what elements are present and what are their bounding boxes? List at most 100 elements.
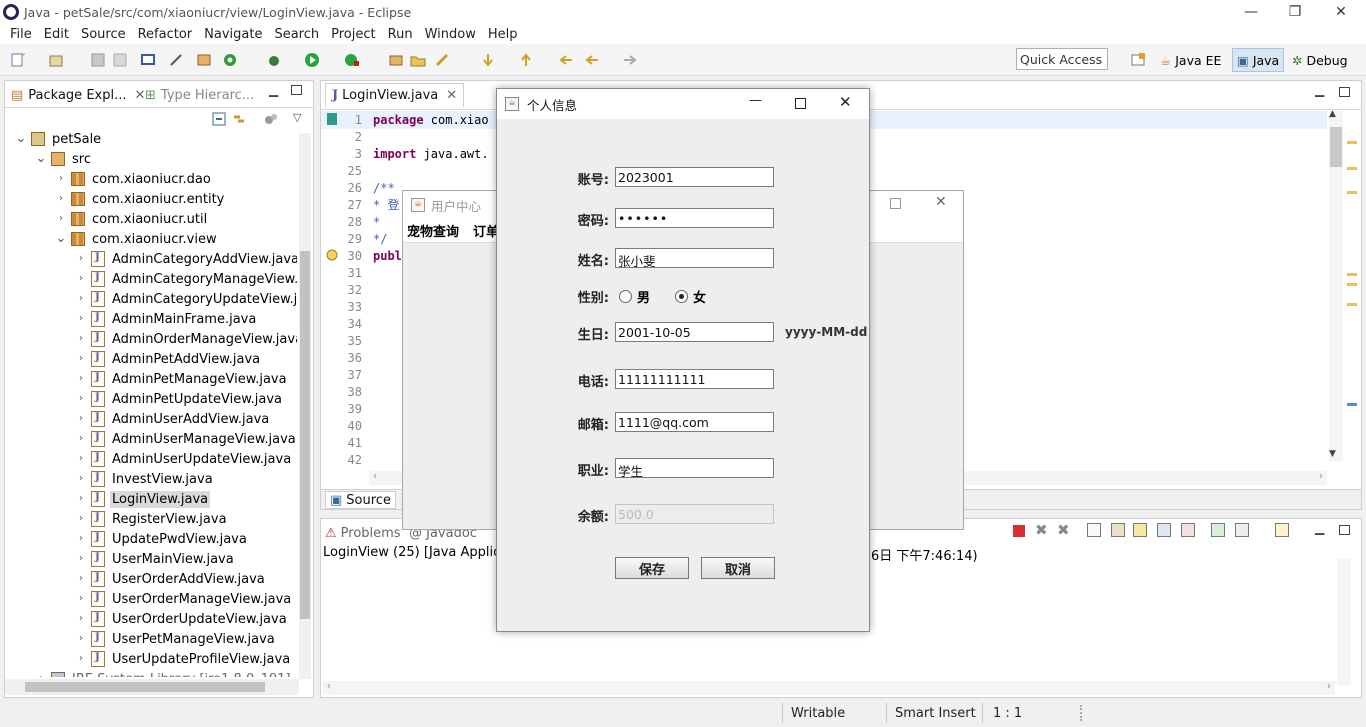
cancel-button[interactable]: 取消 xyxy=(701,557,775,579)
code-line[interactable]: 26 /** xyxy=(322,179,395,196)
tree-item-java-file[interactable]: › UserMainView.java xyxy=(75,549,236,569)
code-line[interactable]: 33 xyxy=(322,298,373,315)
menu-pet-query[interactable]: 宠物查询 xyxy=(407,221,459,240)
chevron-right-icon[interactable]: › xyxy=(75,533,87,545)
code-line[interactable]: 37 xyxy=(322,366,373,383)
save-icon[interactable] xyxy=(90,52,106,68)
close-button[interactable]: ✕ xyxy=(935,194,947,210)
menu-navigate[interactable]: Navigate xyxy=(202,27,264,42)
restore-button[interactable]: ❐ xyxy=(1272,0,1318,24)
chevron-right-icon[interactable]: › xyxy=(35,673,47,677)
close-tab-icon[interactable]: ✕ xyxy=(134,88,145,103)
tab-source[interactable]: ▣ Source xyxy=(325,491,396,509)
previous-annotation-icon[interactable] xyxy=(518,52,534,68)
chevron-right-icon[interactable]: › xyxy=(75,413,87,425)
code-line[interactable]: 28 * xyxy=(322,213,381,230)
close-button[interactable]: ✕ xyxy=(839,93,852,111)
code-line[interactable]: 30 publ xyxy=(322,247,402,264)
save-all-icon[interactable] xyxy=(112,52,128,68)
chevron-right-icon[interactable]: › xyxy=(75,633,87,645)
chevron-right-icon[interactable]: › xyxy=(75,453,87,465)
tree-item-java-file[interactable]: › UserOrderAddView.java xyxy=(75,569,267,589)
chevron-right-icon[interactable]: › xyxy=(75,253,87,265)
open-type-icon[interactable] xyxy=(388,52,404,68)
code-line[interactable]: 32 xyxy=(322,281,373,298)
forward-icon[interactable] xyxy=(622,52,638,68)
remove-all-launches-icon[interactable]: ✖ xyxy=(1057,521,1070,539)
code-line[interactable]: 31 xyxy=(322,264,373,281)
tree-item-java-file[interactable]: › AdminUserAddView.java xyxy=(75,409,271,429)
tree-item-java-file[interactable]: › LoginView.java xyxy=(75,489,211,509)
menu-file[interactable]: File xyxy=(8,27,34,42)
chevron-right-icon[interactable]: › xyxy=(75,333,87,345)
tree-item-folder[interactable]: ⌄ src xyxy=(35,149,93,169)
next-annotation-icon[interactable] xyxy=(480,52,496,68)
open-folder-icon[interactable] xyxy=(410,52,426,68)
minimize-console-button[interactable]: ▁ xyxy=(1315,521,1324,535)
chevron-right-icon[interactable]: › xyxy=(75,373,87,385)
tab-type-hierarchy[interactable]: ⊞ Type Hierarc... xyxy=(145,85,254,105)
code-line[interactable]: 40 xyxy=(322,417,373,434)
tree-item-java-file[interactable]: › AdminPetManageView.java xyxy=(75,369,289,389)
chevron-right-icon[interactable]: › xyxy=(75,573,87,585)
debug-icon[interactable] xyxy=(266,52,282,68)
last-edit-icon[interactable] xyxy=(558,52,574,68)
tree-horizontal-scrollbar[interactable] xyxy=(5,679,299,695)
skip-breakpoints-icon[interactable] xyxy=(168,52,184,68)
menu-help[interactable]: Help xyxy=(486,27,520,42)
chevron-right-icon[interactable]: › xyxy=(75,513,87,525)
maximize-editor-button[interactable] xyxy=(1339,87,1350,97)
code-line[interactable]: 34 xyxy=(322,315,373,332)
gender-female-radio[interactable]: 女 xyxy=(675,287,706,306)
tree-item-package[interactable]: › com.xiaoniucr.util xyxy=(55,209,209,229)
tree-item-java-file[interactable]: › RegisterView.java xyxy=(75,509,229,529)
console-horizontal-scrollbar[interactable]: ‹ › xyxy=(323,681,1335,695)
back-icon[interactable] xyxy=(584,52,600,68)
display-console-icon[interactable] xyxy=(1235,523,1249,537)
minimize-editor-button[interactable]: ▁ xyxy=(1315,83,1324,97)
tree-item-lib[interactable]: › JRE System Library [jre1.8.0_191] xyxy=(35,669,293,677)
code-line[interactable]: 1 package com.xiao xyxy=(322,111,489,128)
code-line[interactable]: 29 */ xyxy=(322,230,388,247)
code-line[interactable]: 36 xyxy=(322,349,373,366)
show-stdout-icon[interactable] xyxy=(1157,523,1171,537)
chevron-down-icon[interactable]: ⌄ xyxy=(55,232,67,245)
tree-item-java-file[interactable]: › UserPetManageView.java xyxy=(75,629,277,649)
pin-console-icon[interactable] xyxy=(1211,523,1225,537)
close-tab-icon[interactable]: ✕ xyxy=(446,88,457,103)
code-line[interactable]: 42 xyxy=(322,451,373,468)
tree-item-java-file[interactable]: › InvestView.java xyxy=(75,469,215,489)
chevron-down-icon[interactable]: ⌄ xyxy=(15,132,27,145)
save-button[interactable]: 保存 xyxy=(615,557,689,579)
link-with-editor-icon[interactable] xyxy=(231,111,247,127)
perspective-java[interactable]: ▣ Java xyxy=(1232,48,1285,72)
email-field[interactable]: 1111@qq.com xyxy=(615,412,774,432)
phone-field[interactable]: 11111111111 xyxy=(615,369,774,389)
tree-item-java-file[interactable]: › AdminUserManageView.java xyxy=(75,429,297,449)
console-vertical-scrollbar[interactable] xyxy=(1337,559,1351,685)
quick-access-input[interactable]: Quick Access xyxy=(1016,48,1108,70)
minimize-view-button[interactable]: ▁ xyxy=(269,83,278,97)
maximize-console-button[interactable] xyxy=(1339,525,1350,535)
menu-window[interactable]: Window xyxy=(423,27,478,42)
menu-project[interactable]: Project xyxy=(329,27,377,42)
chevron-right-icon[interactable]: › xyxy=(75,293,87,305)
refresh-icon[interactable] xyxy=(222,52,238,68)
tab-login-view[interactable]: J LoginView.java ✕ xyxy=(325,83,465,107)
chevron-right-icon[interactable]: › xyxy=(75,393,87,405)
terminal-icon[interactable] xyxy=(140,52,156,68)
new-java-project-icon[interactable] xyxy=(48,52,64,68)
chevron-right-icon[interactable]: › xyxy=(75,473,87,485)
code-line[interactable]: 2 xyxy=(322,128,373,145)
tree-item-java-file[interactable]: › UserOrderUpdateView.java xyxy=(75,609,289,629)
menu-source[interactable]: Source xyxy=(79,27,128,42)
tree-item-package[interactable]: › com.xiaoniucr.dao xyxy=(55,169,213,189)
menu-search[interactable]: Search xyxy=(272,27,321,42)
tree-item-java-file[interactable]: › UserUpdateProfileView.java xyxy=(75,649,292,669)
run-external-tools-icon[interactable] xyxy=(344,52,360,68)
menu-refactor[interactable]: Refactor xyxy=(136,27,195,42)
tree-item-java-file[interactable]: › UpdatePwdView.java xyxy=(75,529,249,549)
job-field[interactable]: 学生 xyxy=(615,458,774,479)
chevron-right-icon[interactable]: › xyxy=(75,613,87,625)
code-line[interactable]: 39 xyxy=(322,400,373,417)
